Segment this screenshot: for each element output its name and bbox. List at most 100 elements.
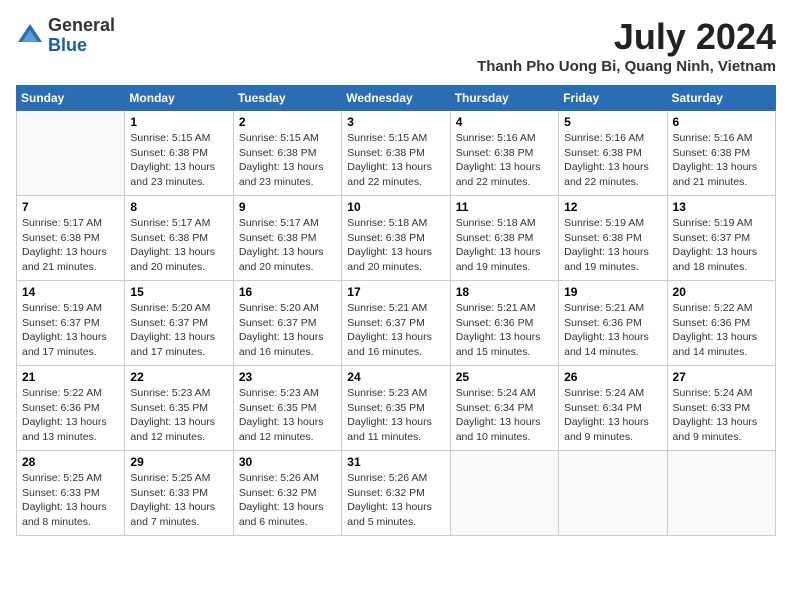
calendar-cell	[450, 451, 558, 536]
day-number: 7	[22, 200, 119, 214]
logo-general-text: General	[48, 16, 115, 36]
calendar-cell: 30 Sunrise: 5:26 AM Sunset: 6:32 PM Dayli…	[233, 451, 341, 536]
day-info: Sunrise: 5:19 AM Sunset: 6:37 PM Dayligh…	[673, 216, 770, 275]
day-info: Sunrise: 5:26 AM Sunset: 6:32 PM Dayligh…	[239, 471, 336, 530]
day-number: 30	[239, 455, 336, 469]
day-info: Sunrise: 5:15 AM Sunset: 6:38 PM Dayligh…	[130, 131, 227, 190]
day-info: Sunrise: 5:20 AM Sunset: 6:37 PM Dayligh…	[239, 301, 336, 360]
day-number: 9	[239, 200, 336, 214]
day-info: Sunrise: 5:16 AM Sunset: 6:38 PM Dayligh…	[456, 131, 553, 190]
calendar-cell: 2Sunrise: 5:15 AM Sunset: 6:38 PM Daylig…	[233, 111, 341, 196]
day-number: 19	[564, 285, 661, 299]
weekday-header-tuesday: Tuesday	[233, 86, 341, 111]
calendar-cell: 16 Sunrise: 5:20 AM Sunset: 6:37 PM Dayli…	[233, 281, 341, 366]
day-number: 12	[564, 200, 661, 214]
calendar-cell: 5Sunrise: 5:16 AM Sunset: 6:38 PM Daylig…	[559, 111, 667, 196]
calendar-cell: 17 Sunrise: 5:21 AM Sunset: 6:37 PM Dayli…	[342, 281, 450, 366]
day-number: 20	[673, 285, 770, 299]
day-number: 24	[347, 370, 444, 384]
weekday-header-friday: Friday	[559, 86, 667, 111]
calendar-cell: 22Sunrise: 5:23 AM Sunset: 6:35 PM Dayli…	[125, 366, 233, 451]
calendar-cell: 25 Sunrise: 5:24 AM Sunset: 6:34 PM Dayli…	[450, 366, 558, 451]
day-number: 6	[673, 115, 770, 129]
calendar-cell: 23 Sunrise: 5:23 AM Sunset: 6:35 PM Dayli…	[233, 366, 341, 451]
day-info: Sunrise: 5:18 AM Sunset: 6:38 PM Dayligh…	[347, 216, 444, 275]
weekday-header-monday: Monday	[125, 86, 233, 111]
day-number: 23	[239, 370, 336, 384]
calendar-cell: 10 Sunrise: 5:18 AM Sunset: 6:38 PM Dayli…	[342, 196, 450, 281]
day-info: Sunrise: 5:18 AM Sunset: 6:38 PM Dayligh…	[456, 216, 553, 275]
week-row-1: 1 Sunrise: 5:15 AM Sunset: 6:38 PM Daylig…	[17, 111, 776, 196]
calendar-cell: 12 Sunrise: 5:19 AM Sunset: 6:38 PM Dayli…	[559, 196, 667, 281]
day-info: Sunrise: 5:17 AM Sunset: 6:38 PM Dayligh…	[239, 216, 336, 275]
calendar-cell: 31 Sunrise: 5:26 AM Sunset: 6:32 PM Dayli…	[342, 451, 450, 536]
calendar-cell: 21Sunrise: 5:22 AM Sunset: 6:36 PM Dayli…	[17, 366, 125, 451]
calendar-cell: 20 Sunrise: 5:22 AM Sunset: 6:36 PM Dayli…	[667, 281, 775, 366]
calendar-table: SundayMondayTuesdayWednesdayThursdayFrid…	[16, 85, 776, 536]
day-info: Sunrise: 5:24 AM Sunset: 6:33 PM Dayligh…	[673, 386, 770, 445]
weekday-header-saturday: Saturday	[667, 86, 775, 111]
calendar-cell: 7 Sunrise: 5:17 AM Sunset: 6:38 PM Daylig…	[17, 196, 125, 281]
day-info: Sunrise: 5:17 AM Sunset: 6:38 PM Dayligh…	[130, 216, 227, 275]
logo-blue-text: Blue	[48, 36, 115, 56]
day-info: Sunrise: 5:26 AM Sunset: 6:32 PM Dayligh…	[347, 471, 444, 530]
page-header: General Blue July 2024 Thanh Pho Uong Bi…	[16, 16, 776, 75]
day-info: Sunrise: 5:23 AM Sunset: 6:35 PM Dayligh…	[239, 386, 336, 445]
day-info: Sunrise: 5:25 AM Sunset: 6:33 PM Dayligh…	[130, 471, 227, 530]
calendar-cell	[559, 451, 667, 536]
day-number: 2	[239, 115, 336, 129]
day-number: 17	[347, 285, 444, 299]
day-number: 11	[456, 200, 553, 214]
day-info: Sunrise: 5:16 AM Sunset: 6:38 PM Dayligh…	[673, 131, 770, 190]
calendar-cell	[667, 451, 775, 536]
day-info: Sunrise: 5:16 AM Sunset: 6:38 PM Dayligh…	[564, 131, 661, 190]
day-info: Sunrise: 5:22 AM Sunset: 6:36 PM Dayligh…	[673, 301, 770, 360]
weekday-header-wednesday: Wednesday	[342, 86, 450, 111]
day-number: 16	[239, 285, 336, 299]
day-number: 25	[456, 370, 553, 384]
title-block: July 2024 Thanh Pho Uong Bi, Quang Ninh,…	[477, 16, 776, 75]
calendar-cell: 26Sunrise: 5:24 AM Sunset: 6:34 PM Dayli…	[559, 366, 667, 451]
day-number: 28	[22, 455, 119, 469]
calendar-cell: 6 Sunrise: 5:16 AM Sunset: 6:38 PM Daylig…	[667, 111, 775, 196]
logo: General Blue	[16, 16, 115, 56]
day-number: 26	[564, 370, 661, 384]
calendar-cell: 1 Sunrise: 5:15 AM Sunset: 6:38 PM Daylig…	[125, 111, 233, 196]
month-title: July 2024	[477, 16, 776, 58]
calendar-cell	[17, 111, 125, 196]
week-row-3: 14Sunrise: 5:19 AM Sunset: 6:37 PM Dayli…	[17, 281, 776, 366]
day-info: Sunrise: 5:23 AM Sunset: 6:35 PM Dayligh…	[347, 386, 444, 445]
calendar-cell: 11 Sunrise: 5:18 AM Sunset: 6:38 PM Dayli…	[450, 196, 558, 281]
day-info: Sunrise: 5:19 AM Sunset: 6:38 PM Dayligh…	[564, 216, 661, 275]
day-number: 22	[130, 370, 227, 384]
calendar-cell: 19 Sunrise: 5:21 AM Sunset: 6:36 PM Dayli…	[559, 281, 667, 366]
day-number: 3	[347, 115, 444, 129]
day-info: Sunrise: 5:21 AM Sunset: 6:36 PM Dayligh…	[564, 301, 661, 360]
week-row-4: 21Sunrise: 5:22 AM Sunset: 6:36 PM Dayli…	[17, 366, 776, 451]
day-info: Sunrise: 5:21 AM Sunset: 6:36 PM Dayligh…	[456, 301, 553, 360]
day-number: 29	[130, 455, 227, 469]
day-info: Sunrise: 5:20 AM Sunset: 6:37 PM Dayligh…	[130, 301, 227, 360]
weekday-header-thursday: Thursday	[450, 86, 558, 111]
calendar-cell: 8 Sunrise: 5:17 AM Sunset: 6:38 PM Daylig…	[125, 196, 233, 281]
logo-icon	[16, 22, 44, 50]
day-number: 10	[347, 200, 444, 214]
calendar-cell: 24 Sunrise: 5:23 AM Sunset: 6:35 PM Dayli…	[342, 366, 450, 451]
calendar-cell: 4 Sunrise: 5:16 AM Sunset: 6:38 PM Daylig…	[450, 111, 558, 196]
calendar-cell: 13 Sunrise: 5:19 AM Sunset: 6:37 PM Dayli…	[667, 196, 775, 281]
day-number: 31	[347, 455, 444, 469]
weekday-header-row: SundayMondayTuesdayWednesdayThursdayFrid…	[17, 86, 776, 111]
day-number: 8	[130, 200, 227, 214]
day-number: 21	[22, 370, 119, 384]
calendar-cell: 9 Sunrise: 5:17 AM Sunset: 6:38 PM Daylig…	[233, 196, 341, 281]
day-info: Sunrise: 5:17 AM Sunset: 6:38 PM Dayligh…	[22, 216, 119, 275]
day-number: 4	[456, 115, 553, 129]
day-number: 27	[673, 370, 770, 384]
calendar-cell: 29 Sunrise: 5:25 AM Sunset: 6:33 PM Dayli…	[125, 451, 233, 536]
weekday-header-sunday: Sunday	[17, 86, 125, 111]
day-number: 13	[673, 200, 770, 214]
day-info: Sunrise: 5:24 AM Sunset: 6:34 PM Dayligh…	[456, 386, 553, 445]
day-number: 1	[130, 115, 227, 129]
day-info: Sunrise: 5:25 AM Sunset: 6:33 PM Dayligh…	[22, 471, 119, 530]
day-info: Sunrise: 5:21 AM Sunset: 6:37 PM Dayligh…	[347, 301, 444, 360]
